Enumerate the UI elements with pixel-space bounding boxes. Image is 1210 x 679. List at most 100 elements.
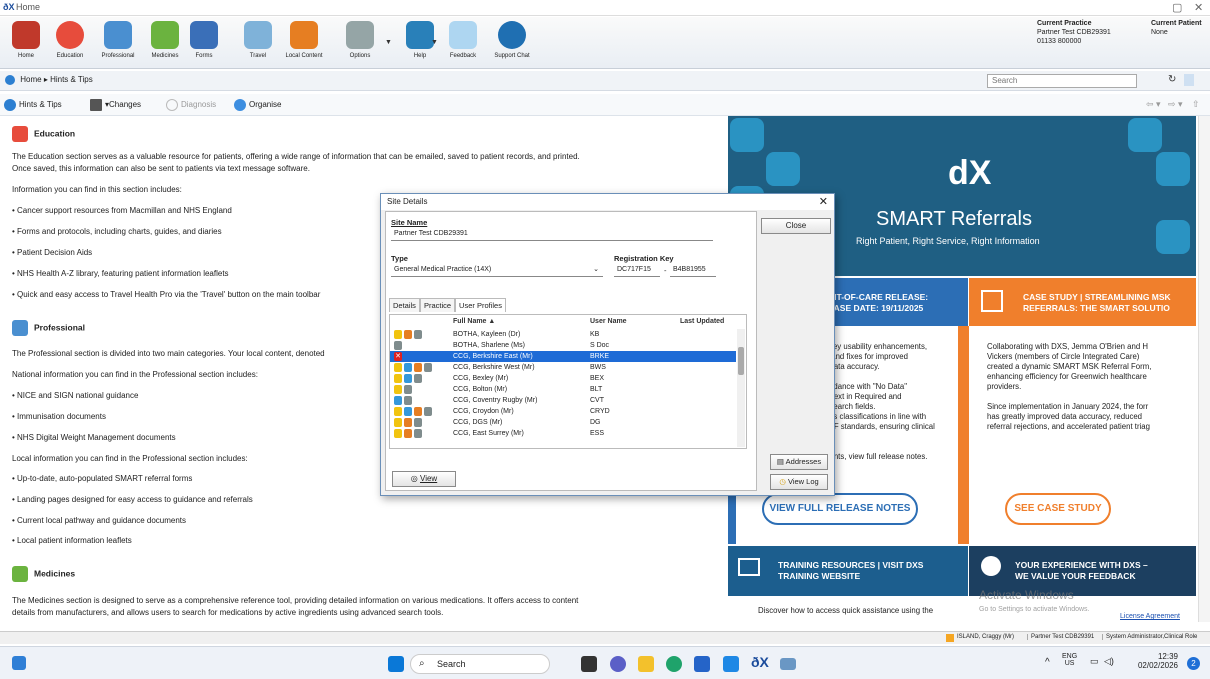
ribbon-support-chat-button[interactable]: Support Chat [490,20,534,66]
volume-icon[interactable]: ◁) [1104,656,1114,667]
view-release-notes-button[interactable]: VIEW FULL RELEASE NOTES [762,493,918,525]
people-icon [290,21,318,49]
outlook-icon[interactable] [723,656,739,672]
ribbon-travel-button[interactable]: Travel [236,20,280,66]
close-window-button[interactable]: ✕ [1194,1,1203,14]
table-row[interactable]: CCG, East Surrey (Mr) ESS [390,428,736,439]
column-last-updated[interactable]: Last Updated [680,318,724,325]
taskbar-search[interactable]: ⌕ Search [410,654,550,674]
pills-icon [12,566,28,582]
table-row[interactable]: CCG, Bexley (Mr) BEX [390,373,736,384]
back-icon[interactable]: ⇦ ▾ [1146,99,1161,110]
tab-user-profiles[interactable]: User Profiles [455,298,506,312]
search-input[interactable]: Search [987,74,1137,88]
breadcrumb-home[interactable]: Home [20,75,41,84]
up-icon[interactable]: ⇧ [1192,99,1200,110]
release-notes-text: s key usability enhancements, s, and fixe… [823,342,935,461]
chevron-up-icon[interactable]: ^ [1045,657,1050,668]
tools-icon [346,21,374,49]
help-dropdown-icon[interactable]: ▼ [431,39,438,46]
table-row[interactable]: CCG, Croydon (Mr) CRYD [390,406,736,417]
hexagon-icon [730,118,764,152]
forms-icon [190,21,218,49]
education-heading: Education [12,126,75,142]
see-case-study-button[interactable]: SEE CASE STUDY [1005,493,1111,525]
dxs-taskbar-icon[interactable]: ðX [751,654,769,670]
training-panel-header[interactable]: TRAINING RESOURCES | VISIT DXS TRAINING … [728,546,968,596]
diagnosis-button[interactable]: Diagnosis [166,99,216,111]
registration-key-part-1[interactable]: DC717F15 [614,264,660,277]
registration-key-label: Registration Key [614,254,674,263]
chevron-down-icon: ⌄ [593,266,599,273]
site-name-field[interactable]: Partner Test CDB29391 [391,228,713,241]
organise-button[interactable]: Organise [234,99,281,111]
hexagon-icon [1156,220,1190,254]
table-row[interactable]: ✕ CCG, Berkshire East (Mr) BRKE [390,351,736,362]
table-row[interactable]: BOTHA, Sharlene (Ms) S Doc [390,340,736,351]
view-log-button[interactable]: ◷ View Log [770,474,828,490]
task-view-icon[interactable] [581,656,597,672]
ribbon-local-content-button[interactable]: Local Content [282,20,326,66]
refresh-icon[interactable]: ↻ [1168,74,1176,85]
language-indicator[interactable]: ENG US [1062,653,1077,667]
ribbon-toolbar: Home Education Professional Medicines Fo… [0,17,1210,69]
dialog-close-icon[interactable]: ✕ [819,195,828,208]
table-row[interactable]: CCG, Coventry Rugby (Mr) CVT [390,395,736,406]
ribbon-home-button[interactable]: Home [4,20,48,66]
banner-title: SMART Referrals [876,208,1032,230]
status-bar: ISLAND, Craggy (Mr) Partner Test CDB2939… [0,631,1210,644]
table-row[interactable]: CCG, Berkshire West (Mr) BWS [390,362,736,373]
tab-details[interactable]: Details [389,298,420,312]
view-button[interactable]: ◎ View [392,471,456,487]
person-icon [414,418,422,427]
notification-badge[interactable]: 2 [1187,657,1200,670]
hints-tips-button[interactable]: Hints & Tips [4,99,62,111]
column-user-name[interactable]: User Name [590,318,627,325]
addresses-button[interactable]: ▤ Addresses [770,454,828,470]
grid-scrollbar[interactable] [737,329,745,447]
table-row[interactable]: CCG, DGS (Mr) DG [390,417,736,428]
content-scrollbar[interactable] [1198,116,1210,622]
teams-chat-icon[interactable] [610,656,626,672]
ribbon-education-button[interactable]: Education [48,20,92,66]
scrollbar-thumb[interactable] [738,347,744,375]
info-icon [5,75,15,85]
ribbon-options-button[interactable]: Options [338,20,382,66]
secondary-toolbar: Hints & Tips ▾Changes Diagnosis Organise… [0,94,1210,116]
document-icon[interactable] [1184,74,1194,86]
person-icon [414,330,422,339]
ribbon-feedback-button[interactable]: Feedback [441,20,485,66]
changes-button[interactable]: ▾Changes [90,99,141,111]
person-icon [404,396,412,405]
chat-icon [981,556,1001,576]
windows-start-icon[interactable] [388,656,404,672]
ribbon-medicines-button[interactable]: Medicines [143,20,187,66]
tab-practice[interactable]: Practice [419,298,456,312]
table-row[interactable]: BOTHA, Kayleen (Dr) KB [390,329,736,340]
edge-icon[interactable] [666,656,682,672]
person-icon [424,407,432,416]
registration-key-part-2[interactable]: B4B81955 [670,264,716,277]
forward-icon[interactable]: ⇨ ▾ [1168,99,1183,110]
ribbon-professional-button[interactable]: Professional [96,20,140,66]
file-explorer-icon[interactable] [638,656,654,672]
widgets-icon[interactable] [12,656,26,670]
medicines-heading: Medicines [12,566,75,582]
emis-icon[interactable] [780,658,796,670]
license-agreement-link[interactable]: License Agreement [1120,612,1180,622]
monitor-icon [404,363,412,372]
network-icon[interactable]: ▭ [1090,656,1099,667]
ribbon-forms-button[interactable]: Forms [182,20,226,66]
hexagon-icon [1156,152,1190,186]
breadcrumb-hints[interactable]: Hints & Tips [50,75,93,84]
table-row[interactable]: CCG, Bolton (Mr) BLT [390,384,736,395]
maximize-button[interactable]: ▢ [1172,1,1182,14]
close-button[interactable]: Close [761,218,831,234]
column-full-name[interactable]: Full Name ▲ [453,318,495,325]
clock[interactable]: 12:39 02/02/2026 [1138,652,1178,670]
type-select[interactable]: General Medical Practice (14X) ⌄ [391,264,603,277]
options-dropdown-icon[interactable]: ▼ [385,39,392,46]
warning-icon [946,634,954,642]
case-study-panel-header[interactable]: CASE STUDY | STREAMLINING MSK REFERRALS:… [969,278,1196,326]
store-icon[interactable] [694,656,710,672]
